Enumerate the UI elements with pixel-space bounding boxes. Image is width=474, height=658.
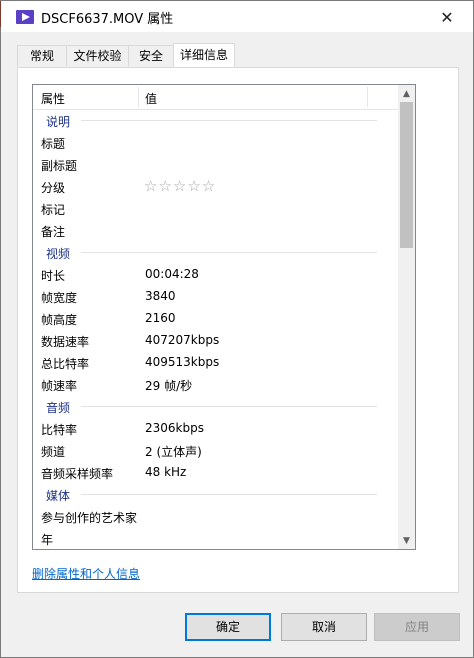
ok-button[interactable]: 确定 [185, 613, 271, 641]
window-title: DSCF6637.MOV 属性 [41, 12, 174, 27]
group-header-video: 视频 [33, 241, 399, 263]
property-name: 帧速率 [41, 379, 78, 393]
table-row[interactable]: 比特率 2306kbps [33, 417, 399, 439]
property-name: 时长 [41, 269, 66, 283]
column-header: 属性 值 [33, 85, 399, 110]
table-row[interactable]: 频道 2 (立体声) [33, 439, 399, 461]
table-row[interactable]: 副标题 [33, 153, 399, 175]
table-row[interactable]: 音频采样频率 48 kHz [33, 461, 399, 483]
tab-file-hash[interactable]: 文件校验 [66, 45, 129, 66]
property-name: 总比特率 [41, 357, 90, 371]
cancel-button[interactable]: 取消 [281, 613, 367, 641]
property-name: 音频采样频率 [41, 467, 114, 481]
tab-details[interactable]: 详细信息 [173, 43, 235, 68]
group-divider [81, 120, 377, 121]
property-name: 参与创作的艺术家 [41, 511, 138, 525]
group-divider [81, 252, 377, 253]
details-list[interactable]: 属性 值 说明 标题 副标题 分级 ☆☆☆☆☆ 标记 备注 视频 时长 00:0… [32, 84, 416, 550]
group-label: 说明 [46, 115, 71, 129]
property-name: 比特率 [41, 423, 78, 437]
group-header-audio: 音频 [33, 395, 399, 417]
group-label: 视频 [46, 247, 71, 261]
property-name: 频道 [41, 445, 66, 459]
column-header-property[interactable]: 属性 [41, 90, 65, 107]
property-name: 年 [41, 533, 54, 547]
rating-stars[interactable]: ☆☆☆☆☆ [144, 177, 216, 195]
title-bar: DSCF6637.MOV 属性 ✕ [1, 1, 473, 32]
table-row[interactable]: 标题 [33, 131, 399, 153]
property-value: 2 (立体声) [145, 445, 202, 459]
property-value: 409513kbps [145, 355, 220, 369]
scrollbar-thumb[interactable] [400, 102, 413, 248]
details-panel: 属性 值 说明 标题 副标题 分级 ☆☆☆☆☆ 标记 备注 视频 时长 00:0… [17, 67, 459, 593]
column-header-value[interactable]: 值 [145, 90, 157, 107]
table-row[interactable]: 标记 [33, 197, 399, 219]
table-row[interactable]: 帧宽度 3840 [33, 285, 399, 307]
property-rows: 说明 标题 副标题 分级 ☆☆☆☆☆ 标记 备注 视频 时长 00:04:28 帧宽… [33, 109, 399, 549]
property-value: 2306kbps [145, 421, 204, 435]
group-divider [81, 406, 377, 407]
column-divider[interactable] [138, 87, 139, 107]
properties-window: DSCF6637.MOV 属性 ✕ 常规 文件校验 安全 详细信息 属性 值 说… [0, 0, 474, 658]
group-divider [81, 494, 377, 495]
close-icon[interactable]: ✕ [435, 5, 459, 29]
table-row[interactable]: 年 [33, 527, 399, 549]
table-row[interactable]: 分级 ☆☆☆☆☆ [33, 175, 399, 197]
property-name: 帧宽度 [41, 291, 78, 305]
remove-properties-link[interactable]: 删除属性和个人信息 [32, 565, 140, 582]
group-label: 媒体 [46, 489, 71, 503]
property-name: 分级 [41, 181, 66, 195]
property-value: 2160 [145, 311, 176, 325]
table-row[interactable]: 时长 00:04:28 [33, 263, 399, 285]
table-row[interactable]: 参与创作的艺术家 [33, 505, 399, 527]
property-value: 3840 [145, 289, 176, 303]
group-header-media: 媒体 [33, 483, 399, 505]
scroll-up-icon[interactable]: ▲ [398, 85, 415, 102]
table-row[interactable]: 帧高度 2160 [33, 307, 399, 329]
column-divider[interactable] [367, 87, 368, 107]
property-value: 407207kbps [145, 333, 220, 347]
property-name: 副标题 [41, 159, 78, 173]
scroll-down-icon[interactable]: ▼ [398, 532, 415, 549]
table-row[interactable]: 帧速率 29 帧/秒 [33, 373, 399, 395]
apply-button[interactable]: 应用 [374, 613, 460, 641]
table-row[interactable]: 数据速率 407207kbps [33, 329, 399, 351]
tab-general[interactable]: 常规 [17, 45, 67, 66]
property-name: 帧高度 [41, 313, 78, 327]
property-value: 48 kHz [145, 465, 187, 479]
property-value: 29 帧/秒 [145, 379, 193, 393]
video-file-icon [15, 7, 35, 27]
vertical-scrollbar[interactable]: ▲ ▼ [398, 85, 415, 549]
property-name: 标记 [41, 203, 66, 217]
property-value: 00:04:28 [145, 267, 199, 281]
property-name: 标题 [41, 137, 66, 151]
property-name: 备注 [41, 225, 66, 239]
group-label: 音频 [46, 401, 71, 415]
tab-security[interactable]: 安全 [128, 45, 174, 66]
table-row[interactable]: 总比特率 409513kbps [33, 351, 399, 373]
group-header-description: 说明 [33, 109, 399, 131]
table-row[interactable]: 备注 [33, 219, 399, 241]
property-name: 数据速率 [41, 335, 90, 349]
